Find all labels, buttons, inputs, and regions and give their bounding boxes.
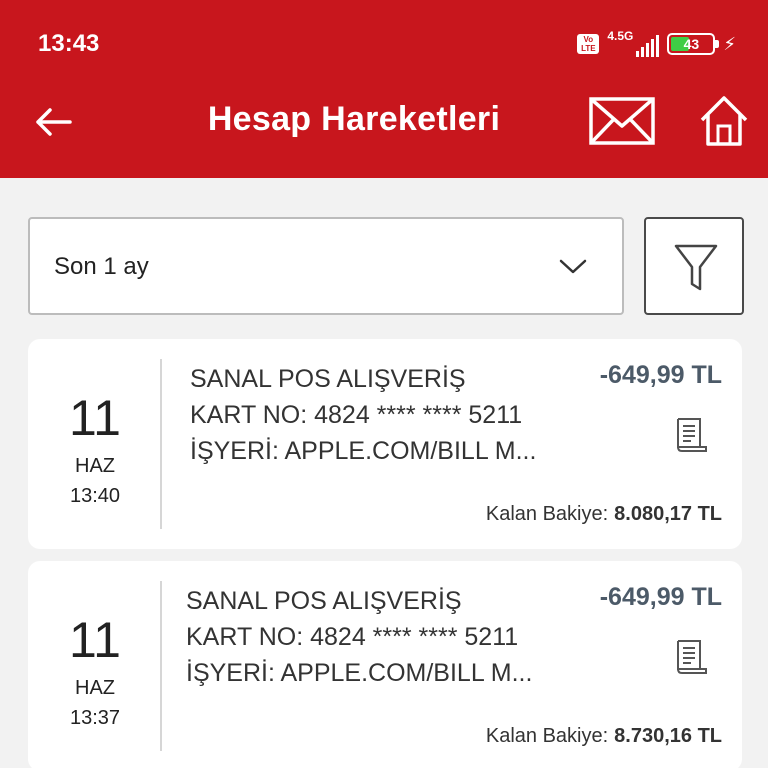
chevron-down-icon (559, 259, 587, 274)
status-icons: Vo LTE 4.5G 43 ⚡ (577, 28, 736, 60)
divider (160, 359, 162, 529)
home-button[interactable] (698, 94, 750, 148)
mail-icon (589, 97, 655, 145)
transaction-date: 11 HAZ 13:37 (28, 561, 162, 768)
status-time: 13:43 (38, 30, 100, 57)
transaction-month: HAZ (75, 455, 115, 477)
transaction-description: SANAL POS ALIŞVERİŞ KART NO: 4824 **** *… (190, 361, 580, 469)
transaction-day: 11 (69, 612, 121, 668)
signal-icon: 4.5G (607, 29, 660, 59)
balance-label: Kalan Bakiye: (485, 503, 609, 525)
battery-icon: 43 (667, 33, 720, 55)
app-bar: Hesap Hareketleri (0, 78, 768, 178)
transaction-time: 13:37 (69, 707, 121, 729)
transaction-card[interactable]: 11 HAZ 13:40 SANAL POS ALIŞVERİŞ KART NO… (28, 339, 742, 549)
balance-label: Kalan Bakiye: (485, 725, 609, 747)
transaction-card[interactable]: 11 HAZ 13:37 SANAL POS ALIŞVERİŞ KART NO… (28, 561, 742, 768)
filter-funnel-icon (674, 244, 718, 291)
transaction-merchant: İŞYERİ: APPLE.COM/BILL M... (186, 659, 533, 687)
transaction-type: SANAL POS ALIŞVERİŞ (190, 365, 466, 393)
battery-level: 43 (683, 36, 700, 52)
remaining-balance: Kalan Bakiye: 8.730,16 TL (486, 725, 722, 748)
charging-icon: ⚡ (723, 33, 736, 54)
mail-button[interactable] (588, 96, 656, 146)
remaining-balance: Kalan Bakiye: 8.080,17 TL (486, 503, 722, 526)
transaction-merchant: İŞYERİ: APPLE.COM/BILL M... (190, 437, 537, 465)
period-selected-value: Son 1 ay (54, 253, 149, 280)
transaction-time: 13:40 (69, 485, 121, 507)
transaction-card-number: KART NO: 4824 **** **** 5211 (186, 623, 519, 651)
filter-row: Son 1 ay (28, 217, 744, 317)
balance-value: 8.080,17 TL (614, 503, 722, 525)
transaction-amount: -649,99 TL (599, 583, 722, 611)
receipt-icon[interactable] (672, 637, 712, 677)
filter-button[interactable] (644, 217, 744, 315)
divider (160, 581, 162, 751)
transaction-type: SANAL POS ALIŞVERİŞ (186, 587, 462, 615)
network-type: 4.5G (607, 29, 634, 43)
transaction-month: HAZ (75, 677, 115, 699)
period-select[interactable]: Son 1 ay (28, 217, 624, 315)
volte-icon: Vo LTE (577, 34, 600, 54)
transaction-description: SANAL POS ALIŞVERİŞ KART NO: 4824 **** *… (186, 583, 576, 691)
receipt-icon[interactable] (672, 415, 712, 455)
home-icon (700, 96, 748, 146)
transaction-day: 11 (69, 390, 121, 446)
transaction-card-number: KART NO: 4824 **** **** 5211 (190, 401, 523, 429)
status-bar: 13:43 Vo LTE 4.5G 43 ⚡ (0, 0, 768, 78)
transaction-amount: -649,99 TL (599, 361, 722, 389)
transaction-date: 11 HAZ 13:40 (28, 339, 162, 549)
balance-value: 8.730,16 TL (614, 725, 722, 747)
